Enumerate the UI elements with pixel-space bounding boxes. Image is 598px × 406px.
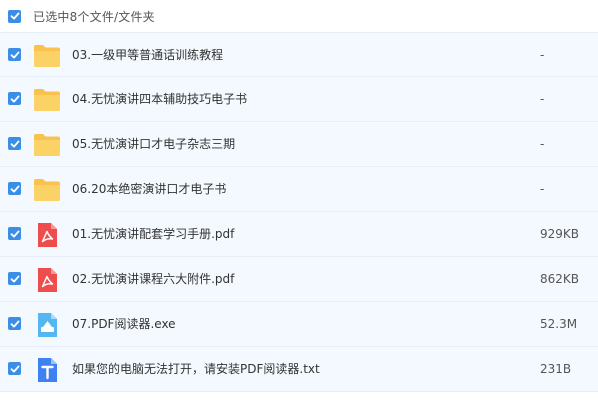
check-icon xyxy=(10,185,19,192)
file-selection-panel: 已选中8个文件/文件夹 03.一级甲等普通话训练教程 - 04.无忧演讲四本辅助… xyxy=(0,0,598,406)
check-icon xyxy=(10,95,19,102)
file-size: 231B xyxy=(540,362,572,376)
file-name[interactable]: 02.无忧演讲课程六大附件.pdf xyxy=(72,257,234,301)
file-row[interactable]: 02.无忧演讲课程六大附件.pdf 862KB xyxy=(0,257,598,302)
check-icon xyxy=(10,230,19,237)
check-icon xyxy=(10,140,19,147)
row-checkbox[interactable] xyxy=(8,48,21,61)
file-size: 52.3M xyxy=(540,317,578,331)
file-size: - xyxy=(540,182,545,196)
file-size: - xyxy=(540,92,545,106)
file-name[interactable]: 05.无忧演讲口才电子杂志三期 xyxy=(72,122,235,166)
file-row[interactable]: 04.无忧演讲四本辅助技巧电子书 - xyxy=(0,77,598,122)
file-row[interactable]: 如果您的电脑无法打开，请安装PDF阅读器.txt 231B xyxy=(0,347,598,392)
file-name[interactable]: 07.PDF阅读器.exe xyxy=(72,302,176,346)
check-icon xyxy=(10,275,19,282)
row-checkbox[interactable] xyxy=(8,272,21,285)
row-checkbox[interactable] xyxy=(8,92,21,105)
file-row[interactable]: 03.一级甲等普通话训练教程 - xyxy=(0,32,598,77)
file-row[interactable]: 06.20本绝密演讲口才电子书 - xyxy=(0,167,598,212)
file-list: 03.一级甲等普通话训练教程 - 04.无忧演讲四本辅助技巧电子书 - 05.无… xyxy=(0,32,598,392)
folder-icon xyxy=(33,132,61,158)
selection-header: 已选中8个文件/文件夹 xyxy=(0,0,598,32)
file-name[interactable]: 03.一级甲等普通话训练教程 xyxy=(72,33,223,77)
pdf-icon xyxy=(33,222,61,248)
file-size: - xyxy=(540,48,545,62)
file-name[interactable]: 04.无忧演讲四本辅助技巧电子书 xyxy=(72,77,247,121)
row-checkbox[interactable] xyxy=(8,227,21,240)
file-size: - xyxy=(540,137,545,151)
row-checkbox[interactable] xyxy=(8,317,21,330)
file-row[interactable]: 07.PDF阅读器.exe 52.3M xyxy=(0,302,598,347)
check-icon xyxy=(10,320,19,327)
row-checkbox[interactable] xyxy=(8,182,21,195)
check-icon xyxy=(10,12,19,20)
folder-icon xyxy=(33,87,61,113)
file-name[interactable]: 06.20本绝密演讲口才电子书 xyxy=(72,167,226,211)
file-row[interactable]: 01.无忧演讲配套学习手册.pdf 929KB xyxy=(0,212,598,257)
txt-icon xyxy=(33,357,61,383)
pdf-icon xyxy=(33,267,61,293)
exe-icon xyxy=(33,312,61,338)
select-all-checkbox[interactable] xyxy=(8,9,21,23)
check-icon xyxy=(10,365,19,372)
check-icon xyxy=(10,51,19,58)
selection-count-label: 已选中8个文件/文件夹 xyxy=(33,9,155,24)
row-checkbox[interactable] xyxy=(8,362,21,375)
folder-icon xyxy=(33,43,61,69)
file-size: 929KB xyxy=(540,227,580,241)
file-size: 862KB xyxy=(540,272,580,286)
file-row[interactable]: 05.无忧演讲口才电子杂志三期 - xyxy=(0,122,598,167)
file-name[interactable]: 如果您的电脑无法打开，请安装PDF阅读器.txt xyxy=(72,347,320,391)
folder-icon xyxy=(33,177,61,203)
file-name[interactable]: 01.无忧演讲配套学习手册.pdf xyxy=(72,212,234,256)
row-checkbox[interactable] xyxy=(8,137,21,150)
